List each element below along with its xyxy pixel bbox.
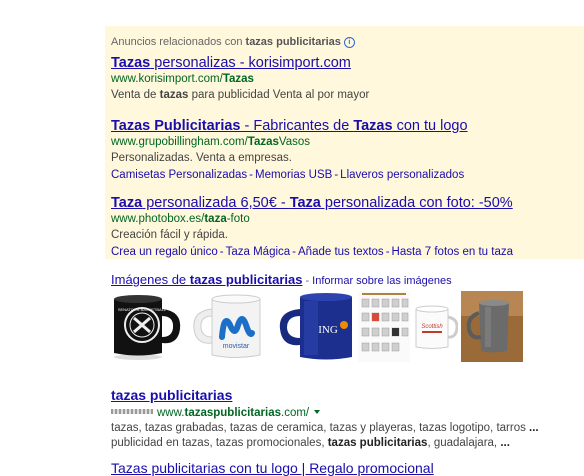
ad-result: Tazas personalizas - korisimport.com www… <box>111 54 581 104</box>
images-title-prefix: Imágenes de <box>111 272 190 287</box>
bold-text: Tazas <box>247 136 279 148</box>
ad-url: www.korisimport.com/Tazas <box>111 72 581 87</box>
bold-text: tazas <box>159 89 189 101</box>
scottish-text: Scottish <box>421 324 443 330</box>
organic-url: www.tazaspublicitarias.com/ <box>157 407 309 419</box>
report-images-link[interactable]: Informar sobre las imágenes <box>312 275 451 287</box>
ad-result: Taza personalizada 6,50€ - Taza personal… <box>111 194 581 261</box>
ad-title-link[interactable]: Taza personalizada 6,50€ - Taza personal… <box>111 194 581 212</box>
black-mug-image[interactable]: SENATORS BASKETBALL <box>108 291 186 362</box>
sitelink[interactable]: Memorias USB <box>255 169 332 181</box>
text-segment: , guadalajara, <box>427 437 501 449</box>
ad-description: Personalizadas. Venta a empresas. <box>111 150 581 167</box>
images-header: Imágenes de tazas publicitarias - Informar… <box>111 272 452 287</box>
sitelink[interactable]: Añade tus textos <box>298 246 384 258</box>
ing-text: ING <box>318 324 338 336</box>
text-segment: con tu logo <box>392 118 468 134</box>
blue-mug-image[interactable]: ING <box>276 291 356 362</box>
sitelink-separator: - <box>249 169 253 181</box>
dropdown-caret-icon[interactable] <box>314 410 321 414</box>
text-segment: - Fabricantes de <box>240 118 354 134</box>
organic-url-prefix: www. <box>157 407 185 419</box>
ads-header-prefix: Anuncios relacionados con <box>111 36 246 48</box>
text-segment: -foto <box>226 213 250 225</box>
images-separator: - <box>305 275 310 287</box>
text-segment: www.grupobillingham.com/ <box>111 136 248 148</box>
bold-text: Tazas Publicitarias <box>111 118 241 134</box>
ad-title-link[interactable]: Tazas personalizas - korisimport.com <box>111 54 581 72</box>
black-mug-text: SENATORS BASKETBALL <box>118 307 167 312</box>
bold-text: Tazas <box>111 55 151 71</box>
text-segment: www.korisimport.com/ <box>111 73 223 85</box>
text-segment: publicidad en tazas, tazas promocionales… <box>111 437 328 449</box>
organic-url-domain: tazaspublicitarias <box>184 407 281 419</box>
bold-text: Taza <box>289 195 321 211</box>
bold-text: taza <box>204 213 227 225</box>
sitelink-separator: - <box>219 246 224 258</box>
info-icon[interactable]: i <box>343 37 355 48</box>
images-title-link[interactable]: Imágenes de tazas publicitarias <box>111 272 303 287</box>
organic-url-row: www.tazaspublicitarias.com/ <box>111 404 581 421</box>
photo-mug-image[interactable] <box>461 291 523 362</box>
text-segment: personalizada con foto: -50% <box>320 195 513 211</box>
sitelink[interactable]: Taza Mágica <box>226 246 291 258</box>
text-segment: para publicidad Venta al por mayor <box>188 89 370 101</box>
images-title-query: tazas publicitarias <box>189 272 303 287</box>
ad-description: Venta de tazas para publicidad Venta al … <box>111 87 581 104</box>
mug-catalog-image[interactable] <box>358 291 410 362</box>
ad-url: www.photobox.es/taza-foto <box>111 212 581 227</box>
bold-text: ... <box>500 437 510 449</box>
ads-header-query: tazas publicitarias <box>245 36 341 48</box>
movistar-text: movistar <box>223 343 250 350</box>
sitelink-separator: - <box>292 246 297 258</box>
bold-text: ... <box>529 422 539 434</box>
ad-description: Creación fácil y rápida. <box>111 227 581 244</box>
movistar-mug-image[interactable]: movistar <box>188 291 274 362</box>
organic-result: tazas publicitarias www.tazaspublicitari… <box>111 386 581 451</box>
sitelink-separator: - <box>334 169 339 181</box>
scottish-mug-image[interactable]: Scottish <box>412 291 458 362</box>
bold-text: Tazas <box>353 118 393 134</box>
next-result-title[interactable]: Tazas publicitarias con tu logo | Regalo… <box>111 460 434 476</box>
organic-title-link[interactable]: tazas publicitarias <box>111 386 581 404</box>
text-segment: Vasos <box>278 136 311 148</box>
bold-text: Tazas <box>222 73 254 85</box>
bold-text: tazas publicitarias <box>327 437 428 449</box>
ad-result: Tazas Publicitarias - Fabricantes de Taz… <box>111 117 581 184</box>
organic-url-suffix: .com/ <box>281 407 310 419</box>
text-segment: tazas, tazas grabadas, tazas de ceramica… <box>111 422 530 434</box>
sitelink[interactable]: Hasta 7 fotos en tu taza <box>392 246 513 258</box>
snippet-line: publicidad en tazas, tazas promocionales… <box>111 436 581 451</box>
rating-bar <box>111 409 153 414</box>
ad-sitelinks: Crea un regalo único - Taza Mágica - Añade t… <box>111 244 581 261</box>
snippet-line: tazas, tazas grabadas, tazas de ceramica… <box>111 421 581 436</box>
text-segment: Venta de <box>111 89 160 101</box>
ads-header: Anuncios relacionados con tazas publicit… <box>111 36 355 48</box>
text-segment: Personalizadas. Venta a empresas. <box>111 152 292 164</box>
ad-url: www.grupobillingham.com/TazasVasos <box>111 135 581 150</box>
text-segment: www.photobox.es/ <box>111 213 205 225</box>
sitelink[interactable]: Camisetas Personalizadas <box>111 169 247 181</box>
ad-title-link[interactable]: Tazas Publicitarias - Fabricantes de Taz… <box>111 117 581 135</box>
text-segment: personalizas - korisimport.com <box>150 55 351 71</box>
bold-text: Taza <box>111 195 143 211</box>
sitelink-separator: - <box>385 246 390 258</box>
ad-sitelinks: Camisetas Personalizadas - Memorias USB - Ll… <box>111 167 581 184</box>
sitelink[interactable]: Crea un regalo único <box>111 246 218 258</box>
sitelink[interactable]: Llaveros personalizados <box>340 169 464 181</box>
text-segment: personalizada 6,50€ - <box>142 195 290 211</box>
text-segment: Creación fácil y rápida. <box>111 229 228 241</box>
